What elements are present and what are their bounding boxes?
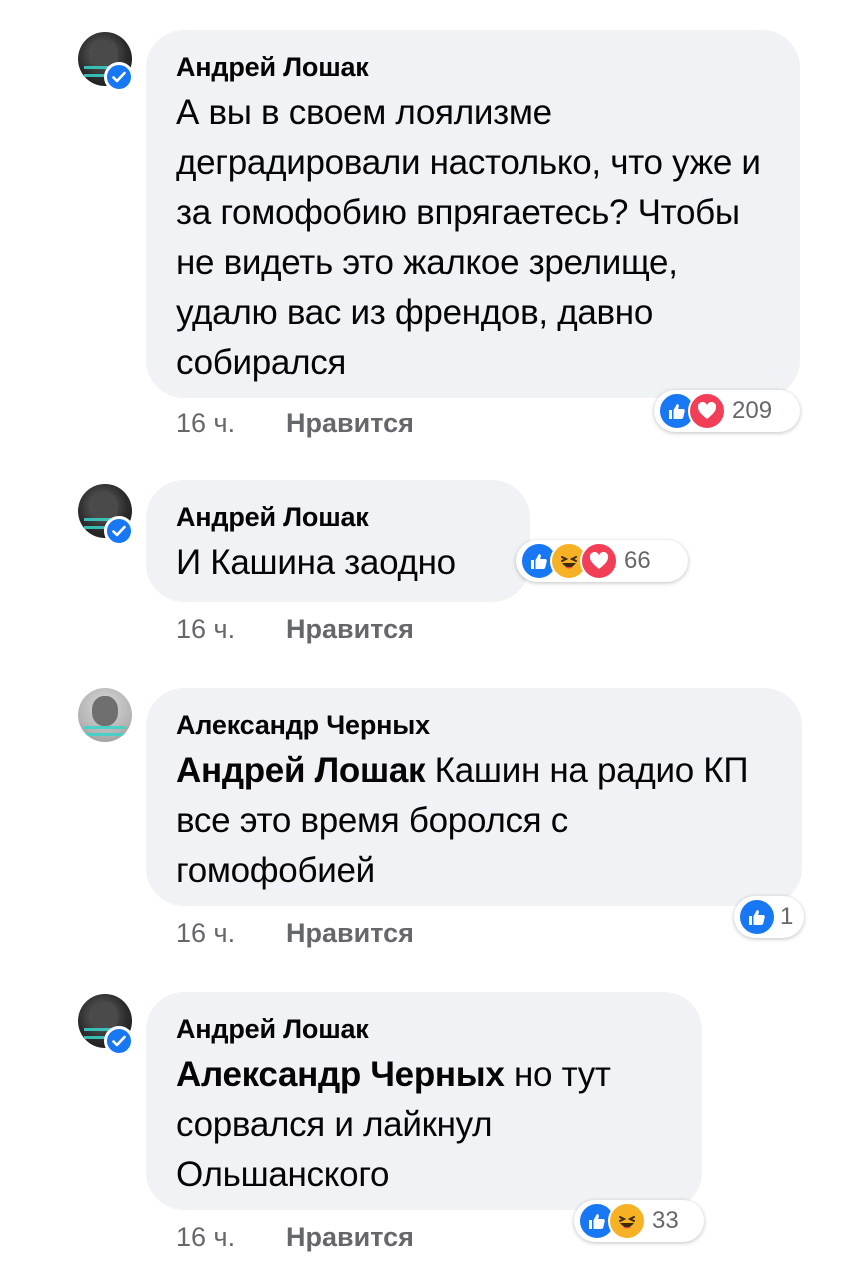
reaction-count: 33 (652, 1207, 679, 1234)
comment-text: Андрей Лошак Кашин на радио КП все это в… (176, 746, 772, 896)
comment-meta: 16 ч. Нравится (176, 612, 414, 646)
reactions-badge[interactable]: 209 (654, 390, 800, 432)
reaction-count: 209 (732, 397, 773, 424)
verified-badge-icon (104, 62, 134, 92)
comment-bubble: Андрей Лошак Александр Черных но тут сор… (146, 992, 702, 1210)
like-link[interactable]: Нравится (286, 1222, 414, 1252)
avatar-stripe (84, 733, 126, 736)
like-link[interactable]: Нравится (286, 918, 414, 948)
comment-author[interactable]: Андрей Лошак (176, 50, 770, 84)
comment-text: И Кашина заодно (176, 538, 500, 588)
avatar-face (92, 696, 118, 726)
comment-body: А вы в своем лоялизме деградировали наст… (176, 93, 761, 382)
reaction-count: 66 (624, 547, 651, 574)
reactions-badge[interactable]: 33 (574, 1200, 704, 1242)
comment-time[interactable]: 16 ч. (176, 406, 286, 440)
like-icon (738, 898, 776, 936)
comment-body: И Кашина заодно (176, 543, 456, 582)
love-icon (688, 392, 726, 430)
reaction-count: 1 (780, 903, 794, 930)
avatar-stripe (84, 726, 126, 729)
comment-meta: 16 ч. Нравится (176, 916, 414, 950)
haha-icon (608, 1202, 646, 1240)
comment-text: Александр Черных но тут сорвался и лайкн… (176, 1050, 672, 1200)
love-icon (580, 542, 618, 580)
comment-author[interactable]: Александр Черных (176, 708, 772, 742)
verified-badge-icon (104, 516, 134, 546)
like-link[interactable]: Нравится (286, 408, 414, 438)
comment-meta: 16 ч. Нравится (176, 1220, 414, 1254)
reactions-badge[interactable]: 66 (516, 540, 688, 582)
comment-bubble: Александр Черных Андрей Лошак Кашин на р… (146, 688, 802, 906)
comment-author[interactable]: Андрей Лошак (176, 500, 500, 534)
comment-meta: 16 ч. Нравится (176, 406, 414, 440)
comment-author[interactable]: Андрей Лошак (176, 1012, 672, 1046)
comment-bubble: Андрей Лошак И Кашина заодно (146, 480, 530, 602)
mention-link[interactable]: Андрей Лошак (176, 751, 426, 790)
comment-time[interactable]: 16 ч. (176, 1220, 286, 1254)
reactions-badge[interactable]: 1 (734, 896, 804, 938)
like-link[interactable]: Нравится (286, 614, 414, 644)
comment-time[interactable]: 16 ч. (176, 916, 286, 950)
mention-link[interactable]: Александр Черных (176, 1055, 505, 1094)
comment-text: А вы в своем лоялизме деградировали наст… (176, 88, 770, 388)
avatar[interactable] (78, 688, 132, 742)
verified-badge-icon (104, 1026, 134, 1056)
comment-time[interactable]: 16 ч. (176, 612, 286, 646)
comment-bubble: Андрей Лошак А вы в своем лоялизме дегра… (146, 30, 800, 398)
